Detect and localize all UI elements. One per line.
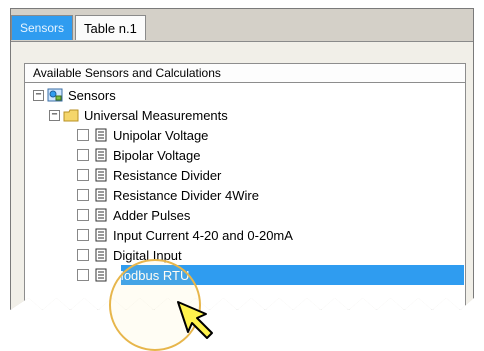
document-icon bbox=[95, 228, 107, 242]
tab-content: Available Sensors and Calculations − Sen… bbox=[11, 41, 473, 310]
tree-item-resistance-divider-4wire[interactable]: Resistance Divider 4Wire bbox=[77, 185, 261, 205]
sensors-network-icon bbox=[47, 88, 63, 102]
tree-item-label: Resistance Divider bbox=[113, 167, 222, 183]
tree-node-sensors[interactable]: − Sensors bbox=[33, 85, 118, 105]
tree-item-adder-pulses[interactable]: Adder Pulses bbox=[77, 205, 192, 225]
tab-strip: Sensors Table n.1 bbox=[11, 15, 146, 41]
tree-label-universal-measurements: Universal Measurements bbox=[84, 107, 228, 123]
arrow-pointer-icon bbox=[176, 300, 218, 345]
document-icon bbox=[95, 148, 107, 162]
checkbox[interactable] bbox=[77, 209, 89, 221]
folder-icon bbox=[63, 109, 79, 122]
tree-item-input-current[interactable]: Input Current 4-20 and 0-20mA bbox=[77, 225, 295, 245]
checkbox[interactable] bbox=[77, 169, 89, 181]
checkbox[interactable] bbox=[77, 189, 89, 201]
tab-table-n1[interactable]: Table n.1 bbox=[75, 15, 146, 40]
document-icon bbox=[95, 188, 107, 202]
collapse-icon[interactable]: − bbox=[33, 89, 44, 101]
checkbox[interactable] bbox=[77, 249, 89, 261]
tree-item-bipolar-voltage[interactable]: Bipolar Voltage bbox=[77, 145, 202, 165]
tab-sensors[interactable]: Sensors bbox=[11, 15, 74, 40]
tree-view[interactable]: Available Sensors and Calculations − Sen… bbox=[24, 63, 466, 310]
checkbox[interactable] bbox=[77, 149, 89, 161]
checkbox[interactable] bbox=[77, 269, 89, 281]
tree-label-sensors: Sensors bbox=[68, 87, 116, 103]
checkbox[interactable] bbox=[77, 229, 89, 241]
collapse-icon[interactable]: − bbox=[49, 109, 60, 121]
document-icon bbox=[95, 128, 107, 142]
document-icon bbox=[95, 208, 107, 222]
tree-item-label: Adder Pulses bbox=[113, 207, 191, 223]
document-icon bbox=[95, 248, 107, 262]
tree-header: Available Sensors and Calculations bbox=[25, 64, 465, 83]
tree-item-label: Bipolar Voltage bbox=[113, 147, 201, 163]
document-icon bbox=[95, 168, 107, 182]
tree-node-universal-measurements[interactable]: − Universal Measurements bbox=[49, 105, 230, 125]
tree-item-label: Input Current 4-20 and 0-20mA bbox=[113, 227, 293, 243]
checkbox[interactable] bbox=[77, 129, 89, 141]
document-icon bbox=[95, 268, 107, 282]
tree-item-unipolar-voltage[interactable]: Unipolar Voltage bbox=[77, 125, 210, 145]
tree-item-label: Resistance Divider 4Wire bbox=[113, 187, 259, 203]
tree-item-label: Unipolar Voltage bbox=[113, 127, 209, 143]
sensor-panel: Sensors Table n.1 Available Sensors and … bbox=[10, 8, 474, 310]
tree-item-resistance-divider[interactable]: Resistance Divider bbox=[77, 165, 223, 185]
